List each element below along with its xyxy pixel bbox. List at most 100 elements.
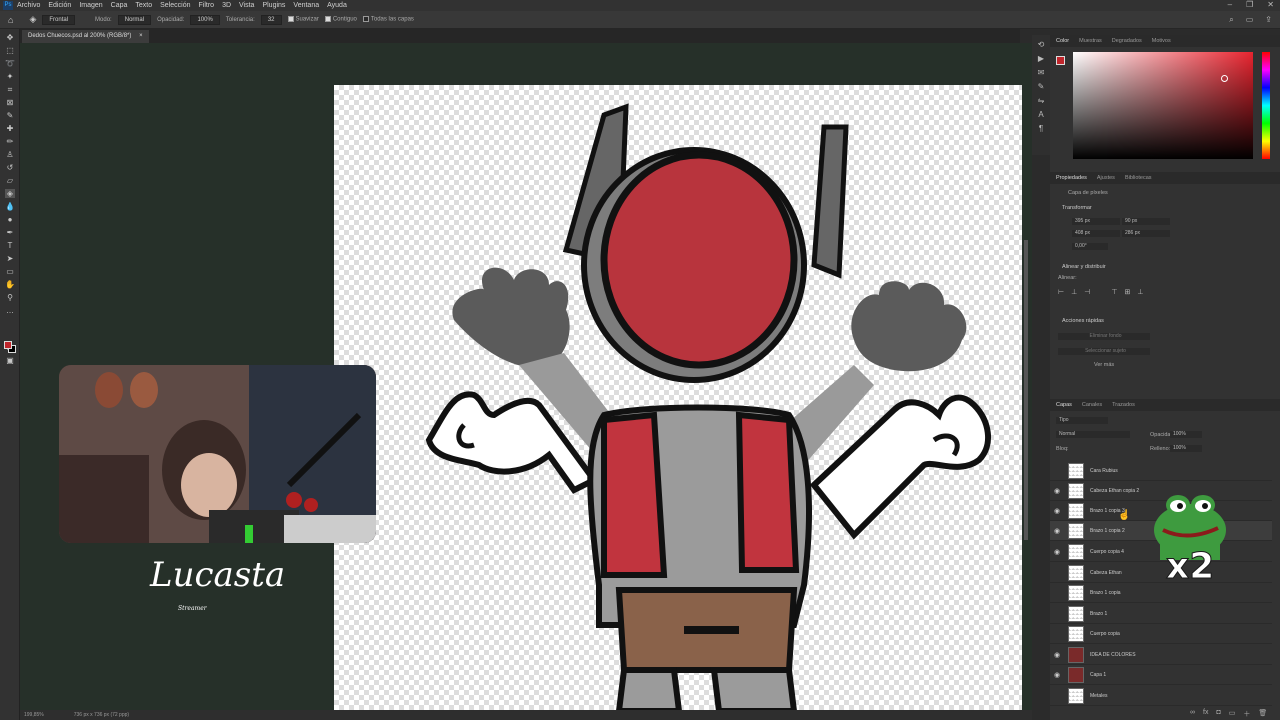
align-bottom-icon[interactable]: ⊥ [1137, 288, 1143, 296]
layer-mask-icon[interactable]: ◘ [1216, 709, 1220, 719]
tab-patterns[interactable]: Motivos [1152, 38, 1171, 44]
hand-tool-icon[interactable]: ✋ [5, 280, 15, 289]
paint-bucket-tool-icon[interactable]: ◈ [5, 189, 15, 198]
type-tool-icon[interactable]: T [5, 241, 15, 250]
hue-slider[interactable] [1262, 52, 1270, 159]
history-brush-tool-icon[interactable]: ↺ [5, 163, 15, 172]
layer-style-icon[interactable]: fx [1203, 709, 1208, 719]
brushes-panel-icon[interactable]: ✎ [1032, 82, 1050, 91]
magic-wand-tool-icon[interactable]: ✦ [5, 72, 15, 81]
opacity-field[interactable]: 100% [190, 14, 220, 25]
menu-texto[interactable]: Texto [135, 2, 152, 9]
frame-tool-icon[interactable]: ⊠ [5, 98, 15, 107]
width-field[interactable]: 395 px [1072, 218, 1120, 225]
paint-bucket-tool-icon[interactable]: ◈ [29, 14, 36, 25]
fill-source-select[interactable]: Frontal [42, 14, 76, 25]
search-icon[interactable]: ⌕ [1229, 15, 1233, 25]
brush-tool-icon[interactable]: ✏ [5, 137, 15, 146]
layer-row[interactable]: Metales [1050, 686, 1272, 706]
menu-archivo[interactable]: Archivo [17, 2, 40, 9]
remove-background-button[interactable]: Eliminar fondo [1058, 333, 1150, 340]
layer-row[interactable]: Cara Rubius [1050, 461, 1272, 481]
mode-select[interactable]: Normal [117, 14, 152, 25]
tab-properties[interactable]: Propiedades [1056, 175, 1087, 181]
menu-ventana[interactable]: Ventana [293, 2, 319, 9]
layer-row[interactable]: ◉ IDEA DE COLORES [1050, 645, 1272, 665]
tab-gradients[interactable]: Degradados [1112, 38, 1142, 44]
y-field[interactable]: 286 px [1122, 230, 1170, 237]
menu-capa[interactable]: Capa [111, 2, 128, 9]
new-group-icon[interactable]: ▭ [1229, 709, 1236, 719]
layer-row[interactable]: Brazo 1 copia [1050, 583, 1272, 603]
history-panel-icon[interactable]: ⟲ [1032, 40, 1050, 49]
photoshop-logo-icon[interactable]: Ps [3, 1, 13, 10]
layer-row[interactable]: Cuerpo copia [1050, 624, 1272, 644]
zoom-tool-icon[interactable]: ⚲ [5, 293, 15, 302]
pen-tool-icon[interactable]: ✒ [5, 228, 15, 237]
more-tools-icon[interactable]: … [5, 306, 15, 315]
foreground-color-chip[interactable] [1056, 56, 1065, 65]
align-right-icon[interactable]: ⊣ [1084, 288, 1090, 296]
adjust-panel-icon[interactable]: ⇋ [1032, 96, 1050, 105]
document-tab[interactable]: Dedos Chuecos.psd al 200% (RGB/8*) × [22, 30, 149, 43]
menu-ayuda[interactable]: Ayuda [327, 2, 347, 9]
transform-section-title[interactable]: Transformar [1062, 205, 1092, 211]
character-panel-icon[interactable]: A [1032, 110, 1050, 119]
screen-mode-icon[interactable]: ▣ [5, 356, 15, 365]
color-picker-handle[interactable] [1221, 75, 1228, 82]
tab-libraries[interactable]: Bibliotecas [1125, 175, 1152, 181]
workspace-icon[interactable]: ▭ [1246, 15, 1254, 25]
path-selection-tool-icon[interactable]: ➤ [5, 254, 15, 263]
angle-field[interactable]: 0,00° [1072, 243, 1108, 250]
menu-3d[interactable]: 3D [222, 2, 231, 9]
rectangle-tool-icon[interactable]: ▭ [5, 267, 15, 276]
eye-icon[interactable]: ◉ [1050, 651, 1064, 659]
menu-seleccion[interactable]: Selección [160, 2, 190, 9]
tolerance-field[interactable]: 32 [260, 14, 282, 25]
tab-color[interactable]: Color [1056, 38, 1069, 44]
tab-adjustments[interactable]: Ajustes [1097, 175, 1115, 181]
menu-vista[interactable]: Vista [239, 2, 254, 9]
eye-icon[interactable]: ◉ [1050, 548, 1064, 556]
smooth-checkbox[interactable]: Suavizar [287, 16, 319, 23]
delete-layer-icon[interactable]: 🗑 [1258, 709, 1267, 719]
x-field[interactable]: 90 px [1122, 218, 1170, 225]
menu-filtro[interactable]: Filtro [199, 2, 215, 9]
link-layers-icon[interactable]: ∞ [1190, 709, 1195, 719]
menu-imagen[interactable]: Imagen [79, 2, 102, 9]
select-subject-button[interactable]: Seleccionar sujeto [1058, 348, 1150, 355]
dodge-tool-icon[interactable]: ● [5, 215, 15, 224]
eye-icon[interactable]: ◉ [1050, 487, 1064, 495]
menu-edicion[interactable]: Edición [48, 2, 71, 9]
close-icon[interactable]: ✕ [1267, 0, 1274, 9]
share-icon[interactable]: ⇪ [1265, 15, 1272, 25]
tab-channels[interactable]: Canales [1082, 402, 1102, 408]
align-vcenter-icon[interactable]: ⊞ [1124, 288, 1130, 296]
align-section-title[interactable]: Alinear y distribuir [1062, 264, 1106, 270]
maximize-icon[interactable]: ❐ [1246, 0, 1253, 9]
new-layer-icon[interactable]: ＋ [1243, 709, 1250, 719]
stamp-tool-icon[interactable]: ♙ [5, 150, 15, 159]
eyedropper-tool-icon[interactable]: ✎ [5, 111, 15, 120]
tab-paths[interactable]: Trazados [1112, 402, 1135, 408]
lasso-tool-icon[interactable]: ➰ [5, 59, 15, 68]
blur-tool-icon[interactable]: 💧 [5, 202, 15, 211]
eye-icon[interactable]: ◉ [1050, 507, 1064, 515]
all-layers-checkbox[interactable]: Todas las capas [362, 16, 414, 23]
align-left-icon[interactable]: ⊢ [1058, 288, 1064, 296]
minimize-icon[interactable]: – [1228, 0, 1232, 9]
fill-field[interactable]: 100% [1170, 445, 1202, 452]
eraser-tool-icon[interactable]: ▱ [5, 176, 15, 185]
eye-icon[interactable]: ◉ [1050, 671, 1064, 679]
tab-swatches[interactable]: Muestras [1079, 38, 1102, 44]
see-more-link[interactable]: Ver más [1094, 362, 1114, 368]
marquee-tool-icon[interactable]: ⬚ [5, 46, 15, 55]
healing-tool-icon[interactable]: ✚ [5, 124, 15, 133]
eye-icon[interactable]: ◉ [1050, 527, 1064, 535]
foreground-color-swatch[interactable] [4, 341, 12, 349]
layer-filter-select[interactable]: Tipo [1056, 417, 1108, 424]
blend-mode-select[interactable]: Normal [1056, 431, 1130, 438]
layer-opacity-field[interactable]: 100% [1170, 431, 1202, 438]
crop-tool-icon[interactable]: ⌗ [5, 85, 15, 94]
document-canvas[interactable] [334, 85, 1022, 711]
